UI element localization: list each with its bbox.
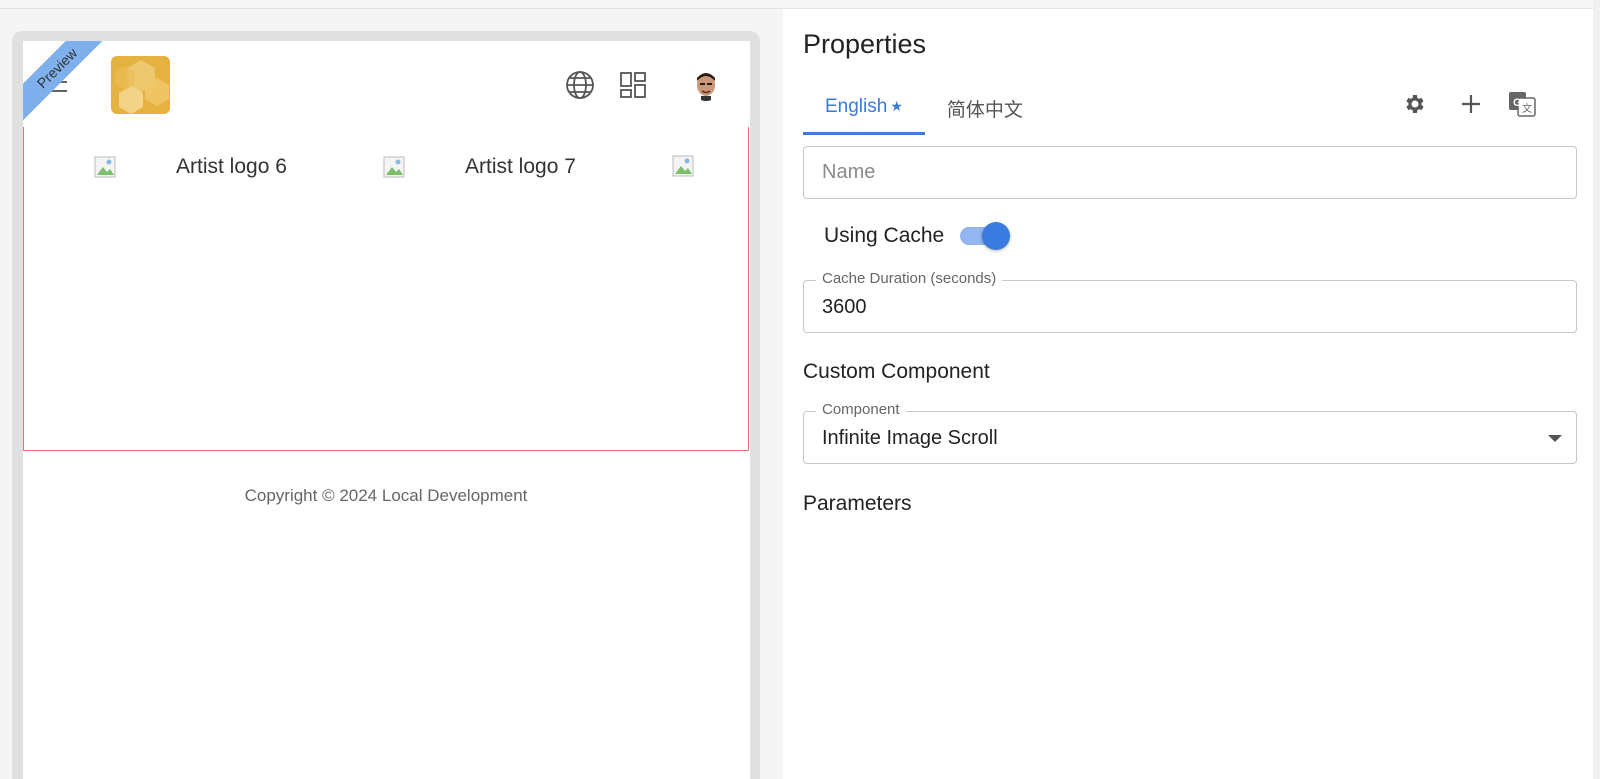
using-cache-toggle[interactable] (960, 222, 1011, 250)
svg-text:G: G (1513, 97, 1522, 109)
component-select[interactable]: Component Infinite Image Scroll (803, 401, 1577, 464)
cache-duration-field[interactable]: Cache Duration (seconds) 3600 (803, 270, 1577, 333)
name-field[interactable] (803, 146, 1577, 199)
tab-simplified-chinese[interactable]: 简体中文 (925, 81, 1045, 135)
toggle-thumb (982, 222, 1011, 250)
cache-duration-value[interactable]: 3600 (822, 296, 867, 319)
language-tabs: English ★ 简体中文 (803, 81, 1045, 135)
tab-english[interactable]: English ★ (803, 81, 925, 135)
name-input[interactable] (804, 147, 1576, 198)
image-item: Artist logo 6 (94, 155, 287, 179)
custom-component-heading: Custom Component (803, 360, 990, 383)
image-item (672, 155, 694, 177)
image-item: Artist logo 7 (383, 155, 576, 179)
avatar[interactable] (691, 71, 721, 101)
component-value: Infinite Image Scroll (822, 427, 998, 449)
tab-label: 简体中文 (946, 99, 1023, 121)
dropdown-arrow-icon[interactable] (1548, 435, 1562, 442)
broken-image-icon (383, 156, 405, 178)
image-alt-text: Artist logo 7 (465, 155, 576, 178)
component-label: Component (816, 401, 906, 418)
translate-icon[interactable]: G 文 (1507, 89, 1537, 119)
gear-icon[interactable] (1399, 89, 1429, 119)
footer-copyright: Copyright © 2024 Local Development (244, 486, 528, 505)
app-header: Preview (23, 41, 750, 127)
app-logo[interactable] (111, 56, 170, 114)
plus-icon[interactable] (1456, 89, 1486, 119)
window-top-bar (0, 0, 1600, 9)
star-icon: ★ (890, 98, 903, 114)
broken-image-icon (672, 155, 694, 177)
cache-duration-label: Cache Duration (seconds) (816, 270, 1003, 287)
panel-title: Properties (803, 29, 927, 59)
using-cache-label: Using Cache (824, 224, 945, 247)
window-edge (1593, 0, 1600, 779)
properties-panel: Properties English ★ 简体中文 G 文 Using Cach… (783, 9, 1600, 779)
globe-icon[interactable] (563, 68, 597, 102)
preview-viewport[interactable]: Preview Artist logo 6 Artist logo 7 Copy… (23, 41, 750, 779)
infinite-image-scroll[interactable]: Artist logo 6 Artist logo 7 (23, 127, 749, 451)
using-cache-row: Using Cache (824, 222, 1011, 250)
image-alt-text: Artist logo 6 (176, 155, 287, 178)
preview-frame: Preview Artist logo 6 Artist logo 7 Copy… (12, 31, 760, 779)
parameters-heading: Parameters (803, 492, 912, 515)
svg-text:文: 文 (1522, 102, 1532, 115)
broken-image-icon (94, 156, 116, 178)
preview-ribbon: Preview (23, 41, 116, 127)
grid-icon[interactable] (616, 68, 650, 102)
tab-label: English (825, 95, 888, 117)
